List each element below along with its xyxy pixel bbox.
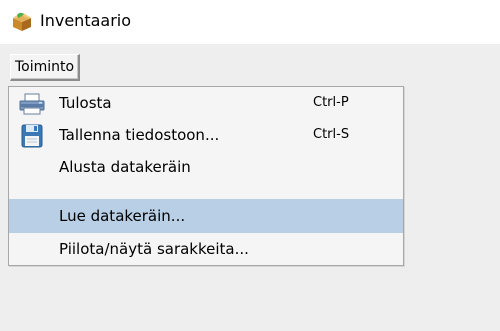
shortcut-label: Ctrl-P bbox=[313, 95, 349, 110]
title-bar: Inventaario bbox=[0, 0, 500, 44]
menu-item-lue-datakerain[interactable]: Lue datakeräin... bbox=[9, 199, 403, 233]
menu-toiminto[interactable]: Toiminto bbox=[10, 54, 81, 81]
menu-item-piilota-nayta-sarakkeita[interactable]: Piilota/näytä sarakkeita... bbox=[9, 233, 403, 265]
menu-item-label: Tallenna tiedostoon... bbox=[59, 126, 220, 144]
app-window: Inventaario Toiminto Tulosta Ctrl-P Tall… bbox=[0, 0, 500, 331]
menu-item-alusta-datakerain[interactable]: Alusta datakeräin bbox=[9, 151, 403, 183]
menu-item-label: Lue datakeräin... bbox=[59, 207, 186, 225]
menu-item-tulosta[interactable]: Tulosta Ctrl-P bbox=[9, 87, 403, 119]
box-icon bbox=[13, 12, 31, 31]
menu-item-label: Tulosta bbox=[59, 94, 112, 112]
save-icon bbox=[21, 124, 43, 148]
menu-item-label: Piilota/näytä sarakkeita... bbox=[59, 240, 249, 258]
window-title: Inventaario bbox=[40, 11, 132, 30]
menu-item-tallenna-tiedostoon[interactable]: Tallenna tiedostoon... Ctrl-S bbox=[9, 119, 403, 151]
toiminto-dropdown-menu: Tulosta Ctrl-P Tallenna tiedostoon... Ct… bbox=[8, 86, 404, 266]
menu-bar: Toiminto bbox=[0, 44, 500, 91]
menu-item-label: Alusta datakeräin bbox=[59, 158, 191, 176]
shortcut-label: Ctrl-S bbox=[313, 127, 350, 142]
printer-icon bbox=[19, 93, 45, 115]
